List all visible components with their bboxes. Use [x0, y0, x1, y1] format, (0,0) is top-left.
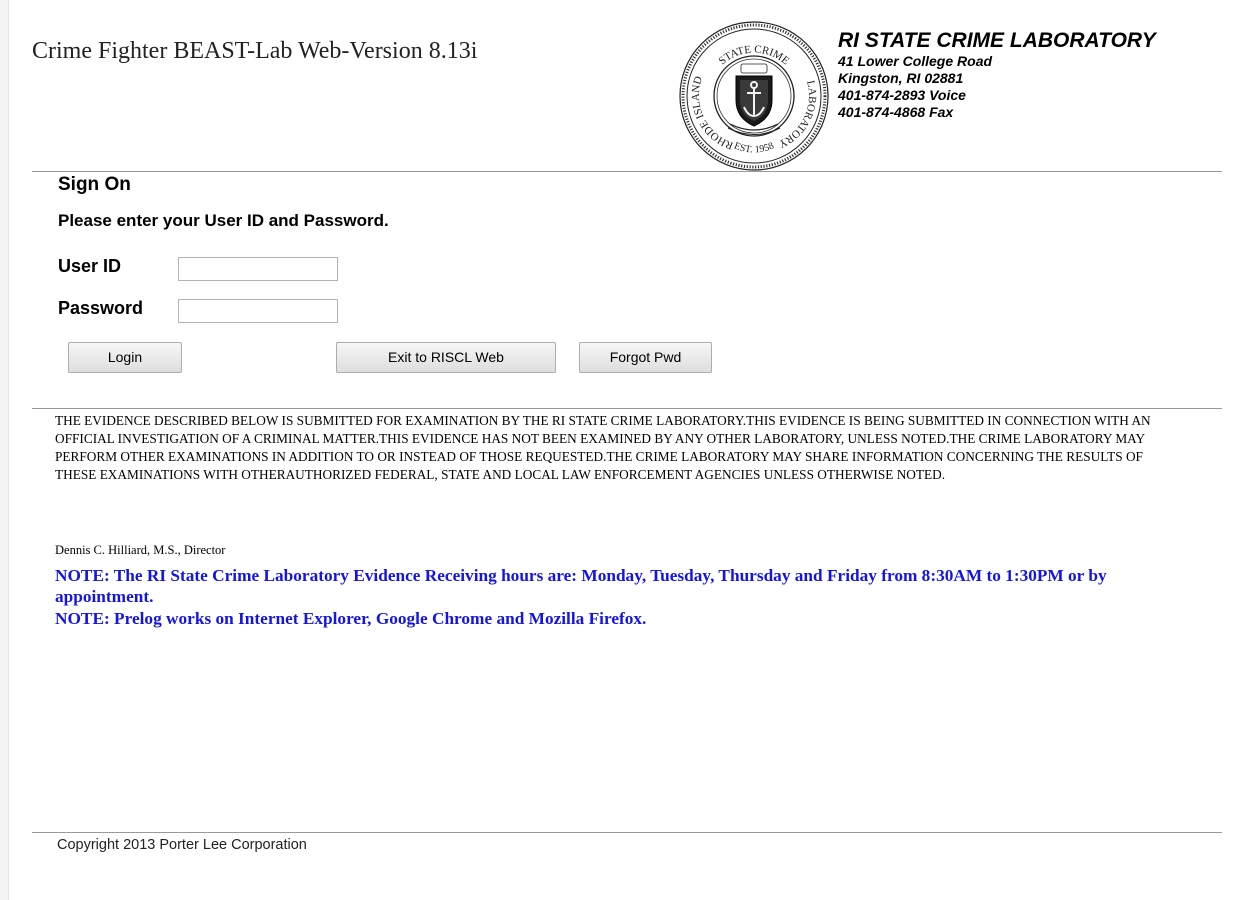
- copyright-text: Copyright 2013 Porter Lee Corporation: [57, 837, 307, 853]
- lab-address-line1: 41 Lower College Road: [838, 53, 993, 69]
- left-margin-strip: [0, 0, 9, 900]
- app-title: Crime Fighter BEAST-Lab Web-Version 8.13…: [32, 38, 478, 64]
- password-input[interactable]: [178, 299, 338, 323]
- footer-divider: [32, 832, 1222, 833]
- sign-on-instructions: Please enter your User ID and Password.: [58, 211, 389, 230]
- login-button[interactable]: Login: [68, 342, 182, 373]
- lab-voice-phone: 401-874-2893 Voice: [838, 87, 966, 103]
- director-signature-line: Dennis C. Hilliard, M.S., Director: [55, 543, 226, 557]
- receiving-hours-note: NOTE: The RI State Crime Laboratory Evid…: [55, 566, 1107, 606]
- lab-name: RI STATE CRIME LABORATORY: [838, 29, 1156, 52]
- user-id-label: User ID: [58, 256, 122, 276]
- sign-on-heading: Sign On: [58, 174, 131, 195]
- lab-fax: 401-874-4868 Fax: [838, 104, 954, 120]
- lab-address-line2: Kingston, RI 02881: [838, 70, 964, 86]
- forgot-password-button[interactable]: Forgot Pwd: [579, 342, 712, 373]
- exit-to-riscl-web-button[interactable]: Exit to RISCL Web: [336, 342, 556, 373]
- lab-contact-block: RI STATE CRIME LABORATORY 41 Lower Colle…: [838, 29, 1156, 121]
- evidence-disclaimer: THE EVIDENCE DESCRIBED BELOW IS SUBMITTE…: [55, 413, 1151, 482]
- browser-support-note: NOTE: Prelog works on Internet Explorer,…: [55, 609, 647, 628]
- password-label: Password: [58, 298, 144, 318]
- signon-divider: [32, 408, 1222, 409]
- state-crime-lab-seal-logo: STATE CRIME RHODE ISLAND LABORATORY EST.…: [679, 21, 829, 171]
- user-id-input[interactable]: [178, 257, 338, 281]
- header-divider: [32, 171, 1222, 172]
